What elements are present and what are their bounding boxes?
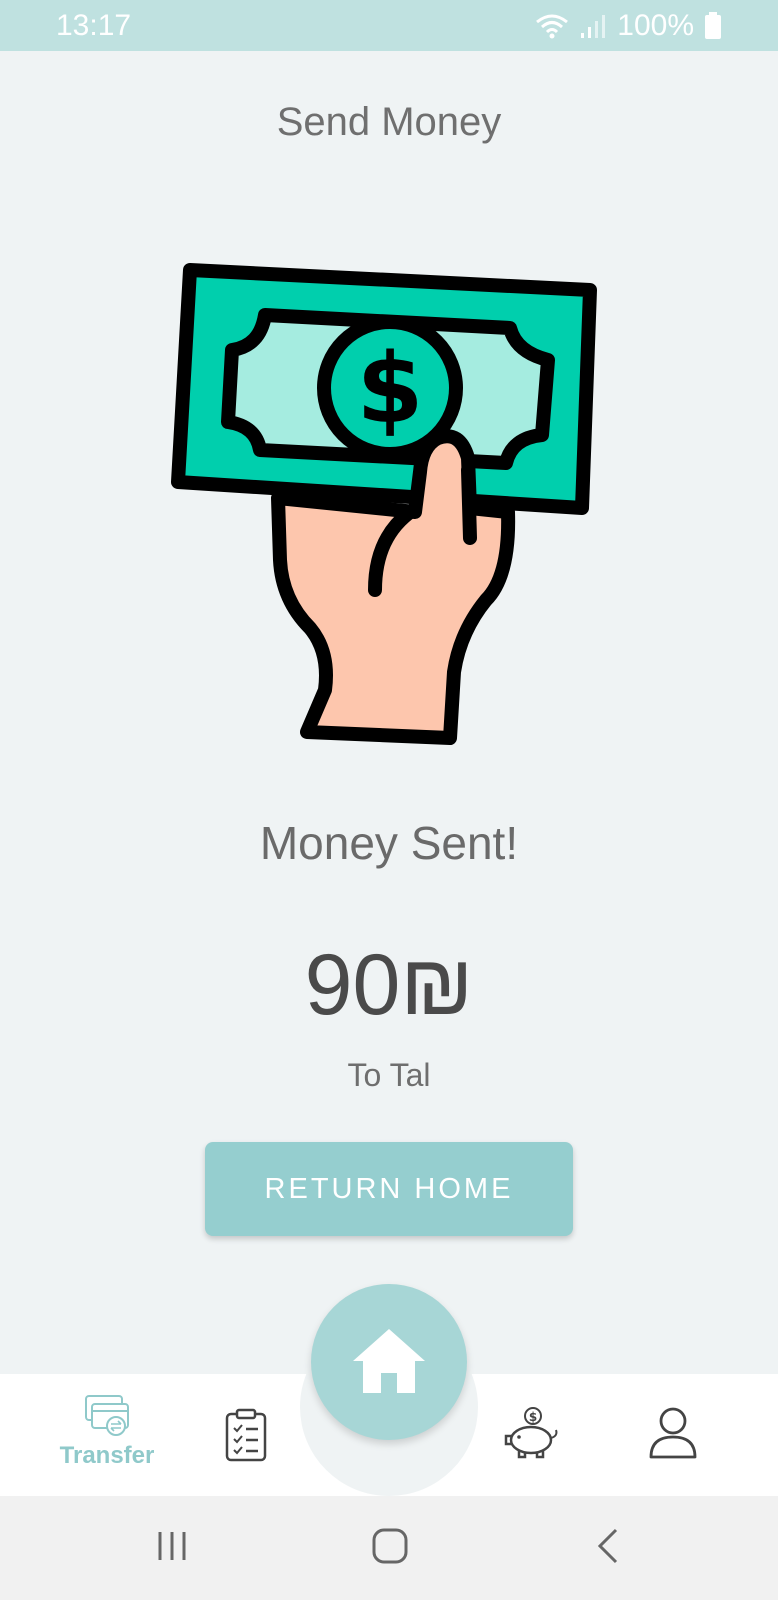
- hand-holding-money-icon: $: [171, 263, 597, 745]
- home-circle-icon[interactable]: [370, 1526, 410, 1566]
- system-nav-bar: [0, 1496, 778, 1600]
- amount-value: 90₪: [304, 937, 474, 1033]
- transfer-card-icon: [85, 1395, 129, 1436]
- nav-transfer[interactable]: Transfer: [54, 1394, 160, 1470]
- nav-profile[interactable]: [648, 1406, 698, 1460]
- clipboard-list-icon: [225, 1408, 267, 1462]
- page-title: Send Money: [276, 100, 502, 144]
- home-fab-button[interactable]: [311, 1284, 467, 1440]
- status-time: 13:17: [56, 8, 132, 42]
- battery-percent: 100%: [617, 8, 694, 42]
- status-icons: 100%: [535, 9, 722, 43]
- wifi-icon: [536, 14, 569, 38]
- recent-apps-icon[interactable]: [156, 1526, 190, 1566]
- battery-icon: [705, 11, 721, 39]
- money-sent-title: Money Sent!: [259, 817, 519, 869]
- user-icon: [649, 1407, 697, 1459]
- nav-transactions[interactable]: [224, 1408, 268, 1462]
- piggy-bank-icon: $: [504, 1407, 558, 1459]
- nav-savings[interactable]: $: [503, 1406, 561, 1460]
- recipient-label: To Tal: [347, 1057, 431, 1093]
- svg-text:$: $: [529, 1410, 537, 1424]
- back-icon[interactable]: [596, 1526, 620, 1566]
- nav-transfer-label: Transfer: [59, 1442, 155, 1469]
- return-home-button[interactable]: RETURN HOME: [205, 1142, 573, 1236]
- svg-text:$: $: [357, 333, 424, 445]
- home-icon: [353, 1329, 425, 1393]
- signal-icon: [581, 14, 606, 38]
- status-bar: 13:17 100%: [0, 0, 778, 51]
